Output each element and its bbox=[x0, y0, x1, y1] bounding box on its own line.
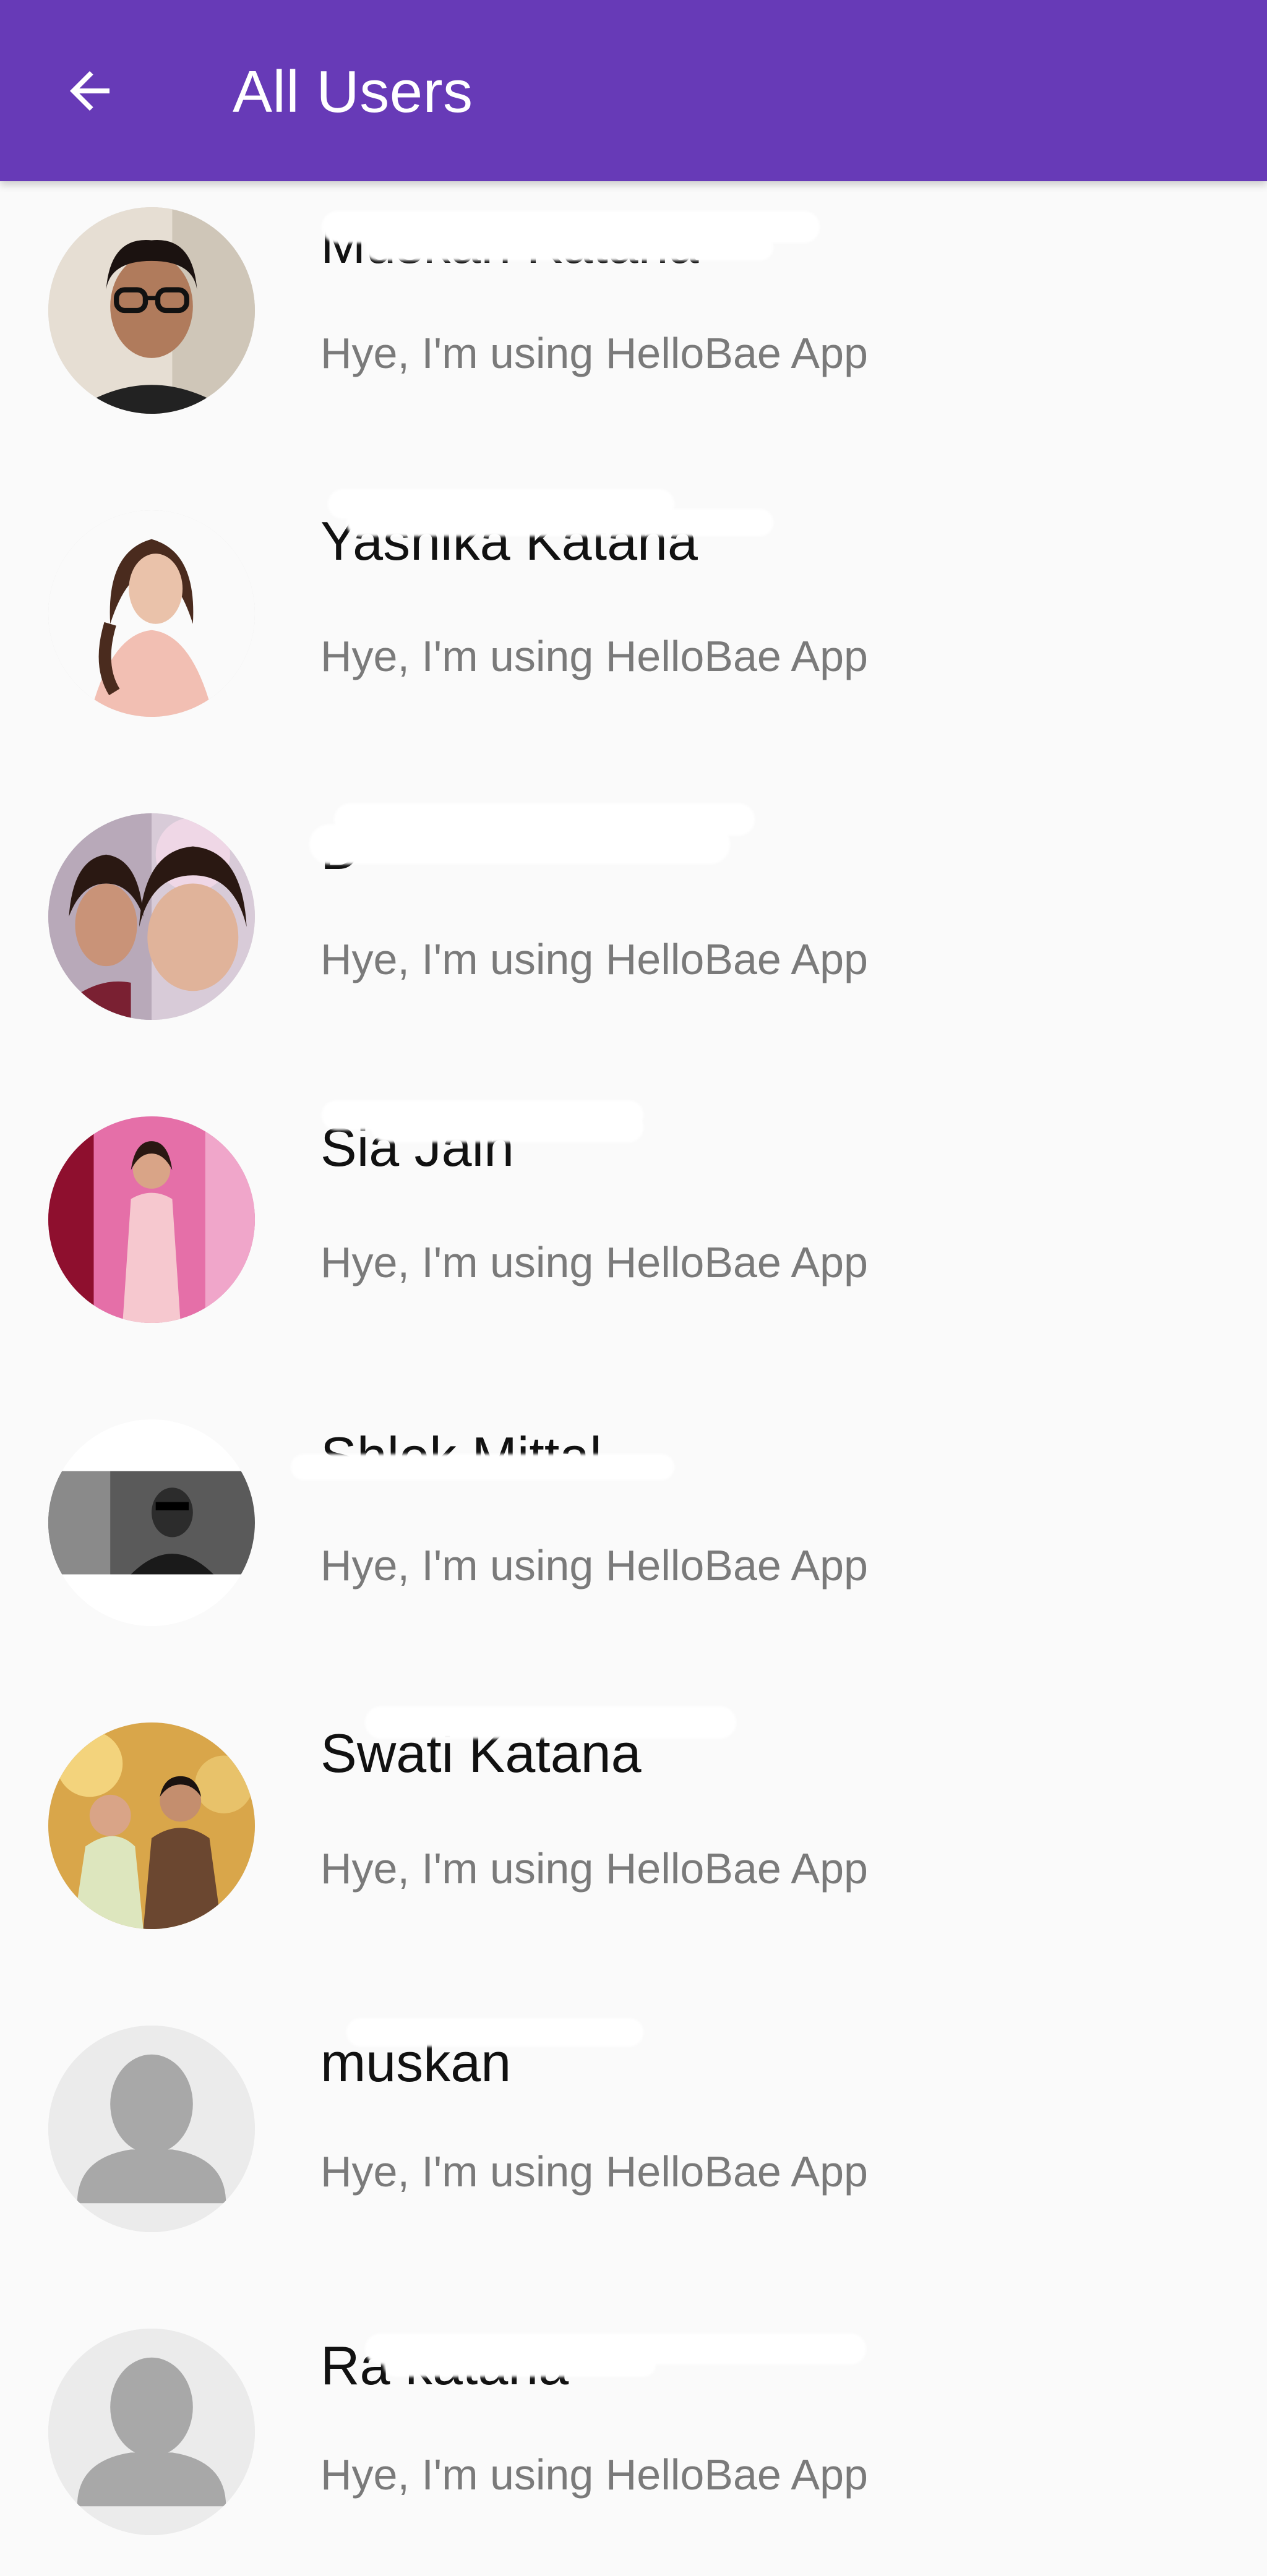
avatar-photo bbox=[48, 813, 255, 1020]
user-status: Hye, I'm using HelloBae App bbox=[320, 1541, 868, 1590]
redaction-mark bbox=[384, 2352, 656, 2377]
user-list: Muskan Katana Hye, I'm using HelloBae Ap… bbox=[0, 181, 1267, 2576]
user-list-item[interactable]: Ra katana Hye, I'm using HelloBae App bbox=[0, 2303, 1267, 2576]
page-title: All Users bbox=[233, 59, 473, 125]
user-status: Hye, I'm using HelloBae App bbox=[320, 2147, 868, 2196]
user-list-item[interactable]: Swati Katana Hye, I'm using HelloBae App bbox=[0, 1697, 1267, 2000]
app-bar: All Users bbox=[0, 0, 1267, 181]
redaction-mark bbox=[365, 1706, 736, 1739]
arrow-left-icon bbox=[70, 71, 110, 111]
user-avatar bbox=[48, 207, 255, 414]
avatar-photo bbox=[48, 510, 255, 717]
user-avatar bbox=[48, 813, 255, 1020]
user-list-item[interactable]: Sia Jain Hye, I'm using HelloBae App bbox=[0, 1090, 1267, 1393]
user-avatar bbox=[48, 2329, 255, 2535]
user-avatar bbox=[48, 1722, 255, 1929]
redaction-mark bbox=[309, 824, 730, 864]
user-avatar bbox=[48, 510, 255, 717]
user-list-item[interactable]: D Hye, I'm using HelloBae App bbox=[0, 787, 1267, 1090]
avatar-photo bbox=[48, 1722, 255, 1929]
user-avatar bbox=[48, 1419, 255, 1626]
default-person-icon bbox=[48, 2026, 255, 2232]
user-list-item[interactable]: Shlok Mittal Hye, I'm using HelloBae App bbox=[0, 1393, 1267, 1697]
user-list-item[interactable]: muskan Hye, I'm using HelloBae App bbox=[0, 2000, 1267, 2303]
user-avatar bbox=[48, 2026, 255, 2232]
avatar-photo bbox=[48, 207, 255, 414]
avatar-photo bbox=[48, 1116, 255, 1323]
user-list-item[interactable]: Yashika Katana Hye, I'm using HelloBae A… bbox=[0, 484, 1267, 787]
redaction-mark bbox=[291, 1454, 674, 1480]
user-status: Hye, I'm using HelloBae App bbox=[320, 632, 868, 680]
user-avatar bbox=[48, 1116, 255, 1323]
avatar-photo bbox=[48, 1419, 255, 1626]
user-status: Hye, I'm using HelloBae App bbox=[320, 329, 868, 377]
redaction-mark bbox=[346, 2018, 643, 2047]
user-list-item[interactable]: Muskan Katana Hye, I'm using HelloBae Ap… bbox=[0, 181, 1267, 484]
default-person-icon bbox=[48, 2329, 255, 2535]
user-status: Hye, I'm using HelloBae App bbox=[320, 1238, 868, 1286]
user-status: Hye, I'm using HelloBae App bbox=[320, 2450, 868, 2499]
user-status: Hye, I'm using HelloBae App bbox=[320, 935, 868, 983]
user-status: Hye, I'm using HelloBae App bbox=[320, 1844, 868, 1893]
redaction-mark bbox=[365, 234, 773, 260]
redaction-mark bbox=[346, 509, 773, 536]
redaction-mark bbox=[371, 1113, 643, 1142]
back-button[interactable] bbox=[49, 54, 130, 128]
